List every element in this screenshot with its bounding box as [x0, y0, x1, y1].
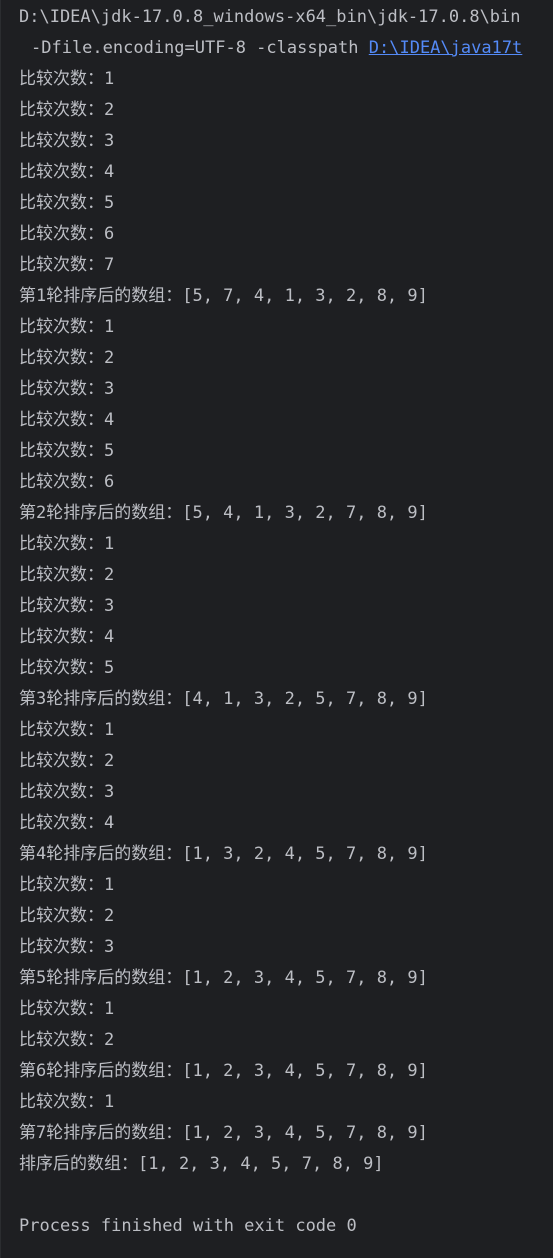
console-output-line: 比较次数：6: [19, 224, 115, 244]
console-output-line: 比较次数：3: [19, 379, 115, 399]
console-output-line: 比较次数：2: [19, 751, 115, 771]
console-output-line: 比较次数：5: [19, 658, 115, 678]
console-output-line: 比较次数：1: [19, 720, 115, 740]
command-line-args: -Dfile.encoding=UTF-8 -classpath D:\IDEA…: [31, 33, 522, 64]
console-output-line: 排序后的数组：[1, 2, 3, 4, 5, 7, 8, 9]: [19, 1154, 384, 1174]
console-output-line: 比较次数：2: [19, 565, 115, 585]
console-output-line: 比较次数：4: [19, 410, 115, 430]
console-output-line: 第7轮排序后的数组：[1, 2, 3, 4, 5, 7, 8, 9]: [19, 1123, 428, 1143]
console-output-line: 比较次数：2: [19, 1030, 115, 1050]
classpath-link[interactable]: D:\IDEA\java17t: [369, 38, 523, 58]
console-output-line: 比较次数：1: [19, 317, 115, 337]
console-output-line: 第3轮排序后的数组：[4, 1, 3, 2, 5, 7, 8, 9]: [19, 689, 428, 709]
exit-message: Process finished with exit code 0: [19, 1216, 357, 1236]
console-output-line: 第1轮排序后的数组：[5, 7, 4, 1, 3, 2, 8, 9]: [19, 286, 428, 306]
console-output-line: 比较次数：4: [19, 627, 115, 647]
console-output-line: 比较次数：3: [19, 782, 115, 802]
console-output-line: 比较次数：7: [19, 255, 115, 275]
command-line: D:\IDEA\jdk-17.0.8_windows-x64_bin\jdk-1…: [19, 7, 521, 27]
console-output-line: 比较次数：1: [19, 1092, 115, 1112]
console-output-line: 比较次数：3: [19, 131, 115, 151]
console-output-line: 比较次数：4: [19, 162, 115, 182]
console-output-line: 比较次数：1: [19, 69, 115, 89]
console-output-line: 比较次数：3: [19, 596, 115, 616]
console-output-line: 比较次数：2: [19, 348, 115, 368]
command-args-text: -Dfile.encoding=UTF-8 -classpath: [31, 38, 369, 58]
console-output-line: 第5轮排序后的数组：[1, 2, 3, 4, 5, 7, 8, 9]: [19, 968, 428, 988]
console-output-line: 比较次数：2: [19, 100, 115, 120]
console-output-line: 比较次数：4: [19, 813, 115, 833]
console-output-line: 比较次数：3: [19, 937, 115, 957]
console-output-line: 比较次数：5: [19, 441, 115, 461]
console-output-line: 比较次数：1: [19, 875, 115, 895]
console-output-line: 比较次数：1: [19, 999, 115, 1019]
run-console[interactable]: D:\IDEA\jdk-17.0.8_windows-x64_bin\jdk-1…: [0, 0, 553, 1258]
console-output-line: 比较次数：6: [19, 472, 115, 492]
console-output-line: 比较次数：5: [19, 193, 115, 213]
console-output-line: 第4轮排序后的数组：[1, 3, 2, 4, 5, 7, 8, 9]: [19, 844, 428, 864]
console-output-line: 比较次数：2: [19, 906, 115, 926]
console-output-line: 第6轮排序后的数组：[1, 2, 3, 4, 5, 7, 8, 9]: [19, 1061, 428, 1081]
console-output-line: 比较次数：1: [19, 534, 115, 554]
console-output-line: 第2轮排序后的数组：[5, 4, 1, 3, 2, 7, 8, 9]: [19, 503, 428, 523]
